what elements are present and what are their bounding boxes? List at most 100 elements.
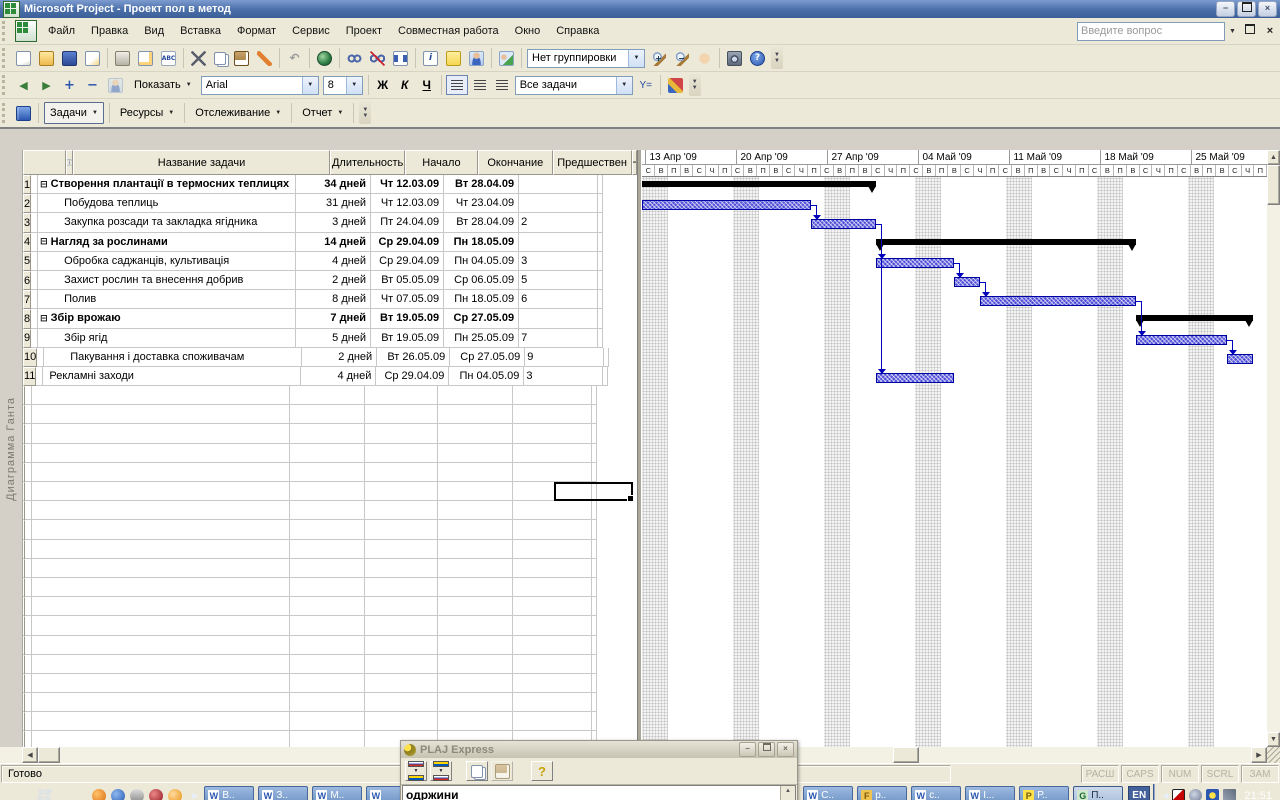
next-cell[interactable] (591, 673, 597, 694)
tray-chevron-icon[interactable]: ◀ (1162, 791, 1168, 800)
guide-задачи-button[interactable]: Задачи ▼ (44, 102, 104, 124)
toolbar-options-button[interactable]: ▼ ▼ (359, 102, 372, 124)
next-cell[interactable] (591, 539, 597, 559)
next-cell[interactable] (598, 290, 604, 310)
row-id-cell[interactable]: 8 (22, 309, 32, 329)
messenger-icon[interactable] (168, 788, 183, 800)
predecessors-cell[interactable] (519, 194, 599, 214)
row-id-cell[interactable]: 7 (22, 290, 32, 310)
zoom-out-button[interactable]: − (671, 48, 692, 69)
finish-cell[interactable]: Пн 18.05.09 (444, 232, 520, 252)
indicator-cell[interactable] (24, 712, 32, 732)
indicator-cell[interactable] (24, 405, 32, 425)
finish-cell[interactable]: Ср 27.05.09 (450, 347, 526, 367)
taskbar-button[interactable]: G П.. (1073, 786, 1124, 800)
underline-button[interactable]: Ч (417, 76, 437, 95)
plaj-paste-button[interactable] (491, 761, 513, 781)
duration-cell[interactable]: 34 дней (296, 175, 372, 195)
indicator-cell[interactable] (31, 270, 39, 291)
start-cell[interactable] (364, 712, 438, 732)
task-name-cell[interactable] (31, 635, 290, 655)
indicator-cell[interactable] (31, 213, 39, 233)
finish-cell[interactable] (437, 539, 513, 559)
start-cell[interactable]: Ср 29.04.09 (371, 251, 445, 271)
predecessors-cell[interactable] (512, 693, 592, 713)
finish-cell[interactable] (437, 673, 513, 694)
indicator-cell[interactable] (31, 175, 39, 195)
task-name-cell[interactable]: ⊟ Нагляд за рослинами (38, 232, 297, 252)
duration-cell[interactable] (289, 712, 365, 732)
indicator-cell[interactable] (24, 616, 32, 636)
summary-bar[interactable] (876, 238, 1137, 245)
duration-cell[interactable] (289, 597, 365, 617)
next-cell[interactable] (591, 520, 597, 540)
duration-cell[interactable]: 8 дней (296, 290, 372, 310)
next-cell[interactable] (598, 309, 604, 329)
header-next[interactable]: Н (631, 150, 637, 175)
duration-cell[interactable] (289, 462, 365, 482)
plaj-help-button[interactable]: ? (531, 761, 553, 781)
task-name-cell[interactable] (31, 693, 290, 713)
guide-ресурсы-button[interactable]: Ресурсы ▼ (115, 103, 179, 123)
next-cell[interactable] (591, 443, 597, 463)
start-cell[interactable] (364, 635, 438, 655)
paste-button[interactable] (231, 48, 252, 69)
predecessors-cell[interactable] (512, 673, 592, 694)
indicator-cell[interactable] (31, 194, 39, 214)
start-cell[interactable] (364, 462, 438, 482)
task-name-cell[interactable]: Збір ягід (38, 328, 297, 348)
indicator-cell[interactable] (24, 539, 32, 559)
finish-cell[interactable] (437, 520, 513, 540)
question-input[interactable]: Введите вопрос (1077, 21, 1225, 41)
unlink-tasks-button[interactable] (367, 48, 388, 69)
task-name-cell[interactable] (31, 539, 290, 559)
finish-cell[interactable] (437, 501, 513, 521)
summary-bar[interactable] (642, 181, 877, 187)
next-cell[interactable] (598, 328, 604, 348)
doc-close-button[interactable]: × (1262, 24, 1278, 39)
task-name-cell[interactable]: Побудова теплиць (38, 194, 297, 214)
task-bar[interactable] (642, 200, 812, 211)
align-center-button[interactable] (470, 76, 490, 94)
font-combo[interactable]: Arial ▼ (200, 75, 319, 95)
scroll-left-icon[interactable]: ◀ (22, 747, 38, 763)
task-name-cell[interactable]: Полив (38, 290, 297, 310)
finish-cell[interactable] (437, 386, 513, 406)
show-button[interactable]: Показать ▼ (129, 75, 197, 95)
predecessors-cell[interactable] (512, 558, 592, 578)
task-name-cell[interactable]: Обробка саджанців, культивація (38, 251, 297, 271)
row-id-cell[interactable]: 3 (22, 213, 32, 233)
predecessors-cell[interactable] (512, 520, 592, 540)
finish-cell[interactable] (437, 654, 513, 674)
indicator-cell[interactable] (37, 347, 45, 367)
duration-cell[interactable]: 31 дней (296, 194, 372, 214)
duration-cell[interactable] (289, 386, 365, 406)
task-name-cell[interactable] (32, 731, 290, 747)
connection-tray-icon[interactable] (1223, 789, 1237, 800)
taskbar-button[interactable]: P Р.. (1019, 786, 1070, 800)
task-name-cell[interactable] (31, 386, 290, 406)
close-button[interactable]: × (1258, 1, 1277, 17)
predecessors-cell[interactable] (512, 616, 592, 636)
indicator-cell[interactable] (25, 731, 32, 747)
taskbar-button[interactable]: Wс.. (911, 786, 962, 800)
duration-cell[interactable]: 3 дней (296, 213, 372, 233)
align-left-button[interactable] (445, 75, 468, 95)
antivirus-tray-icon[interactable] (1172, 789, 1186, 800)
predecessors-cell[interactable] (512, 635, 592, 655)
header-task-name[interactable]: Название задачи (72, 150, 331, 175)
menu-окно[interactable]: Окно (507, 21, 549, 41)
header-id[interactable] (22, 150, 66, 175)
header-start[interactable]: Начало (405, 150, 478, 175)
finish-cell[interactable]: Ср 27.05.09 (444, 309, 520, 329)
next-cell[interactable] (591, 424, 597, 444)
task-name-cell[interactable] (31, 424, 290, 444)
menu-проект[interactable]: Проект (338, 21, 390, 41)
predecessors-cell[interactable] (512, 462, 592, 482)
plaj-restore-button[interactable] (758, 742, 775, 757)
browser-icon[interactable] (149, 788, 164, 800)
start-cell[interactable] (364, 520, 438, 540)
start-cell[interactable] (364, 673, 438, 694)
row-id-cell[interactable]: 5 (22, 251, 32, 271)
indicator-cell[interactable] (24, 654, 32, 674)
